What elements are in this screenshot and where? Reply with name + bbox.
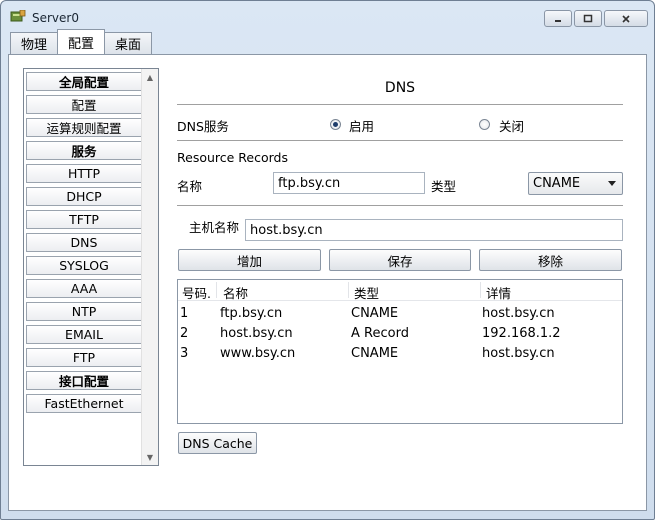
remove-button[interactable]: 移除 — [479, 249, 622, 271]
add-button[interactable]: 增加 — [178, 249, 321, 271]
cell-type: A Record — [351, 326, 409, 341]
save-button[interactable]: 保存 — [329, 249, 471, 271]
divider — [177, 104, 623, 105]
sidebar-item-dns[interactable]: DNS — [26, 233, 142, 252]
column-header-detail[interactable]: 详情 — [486, 283, 511, 302]
type-select[interactable]: CNAME — [528, 172, 623, 195]
divider — [177, 140, 623, 141]
scroll-down-icon[interactable]: ▼ — [142, 449, 158, 465]
sidebar-item-dhcp[interactable]: DHCP — [26, 187, 142, 206]
sidebar-scrollbar[interactable]: ▲ ▼ — [141, 69, 158, 465]
sidebar-item-ftp[interactable]: FTP — [26, 348, 142, 367]
sidebar-item-email[interactable]: EMAIL — [26, 325, 142, 344]
cell-detail: host.bsy.cn — [482, 306, 555, 321]
minimize-button[interactable] — [544, 10, 572, 27]
host-input[interactable]: host.bsy.cn — [245, 219, 623, 241]
config-panel: 全局配置 配置 运算规则配置 服务 HTTP DHCP TFTP DNS SYS… — [8, 54, 647, 511]
table-row[interactable]: 1 ftp.bsy.cn CNAME host.bsy.cn — [178, 304, 622, 324]
column-header-number[interactable]: 号码. — [182, 283, 211, 302]
records-table: 号码. 名称 类型 详情 1 ftp.bsy.cn CNAME host.bsy… — [177, 279, 623, 424]
cell-number: 1 — [180, 306, 189, 321]
sidebar-item-settings[interactable]: 配置 — [26, 95, 142, 114]
sidebar: 全局配置 配置 运算规则配置 服务 HTTP DHCP TFTP DNS SYS… — [23, 68, 159, 466]
cell-name: host.bsy.cn — [220, 326, 293, 341]
dns-service-label: DNS服务 — [177, 119, 229, 134]
server-app-icon — [10, 10, 26, 22]
tab-physical[interactable]: 物理 — [10, 32, 59, 54]
name-input[interactable]: ftp.bsy.cn — [273, 172, 425, 194]
cell-number: 2 — [180, 326, 189, 341]
chevron-down-icon — [608, 181, 616, 186]
close-icon — [622, 14, 630, 23]
sidebar-item-global-settings[interactable]: 全局配置 — [26, 72, 142, 91]
table-row[interactable]: 3 www.bsy.cn CNAME host.bsy.cn — [178, 344, 622, 364]
column-divider[interactable] — [216, 282, 217, 298]
sidebar-item-http[interactable]: HTTP — [26, 164, 142, 183]
type-label: 类型 — [431, 179, 457, 194]
type-select-value: CNAME — [533, 176, 581, 191]
scroll-up-icon[interactable]: ▲ — [142, 69, 158, 85]
cell-type: CNAME — [351, 306, 399, 321]
divider — [177, 205, 623, 206]
dns-off-label[interactable]: 关闭 — [499, 116, 524, 135]
sidebar-item-syslog[interactable]: SYSLOG — [26, 256, 142, 275]
column-header-type[interactable]: 类型 — [354, 283, 379, 302]
name-label: 名称 — [177, 179, 203, 194]
sidebar-item-interface-settings[interactable]: 接口配置 — [26, 371, 142, 390]
maximize-button[interactable] — [574, 10, 602, 27]
maximize-icon — [583, 14, 593, 22]
sidebar-item-services[interactable]: 服务 — [26, 141, 142, 160]
sidebar-item-ntp[interactable]: NTP — [26, 302, 142, 321]
resource-records-title: Resource Records — [177, 150, 288, 165]
column-divider[interactable] — [480, 282, 481, 298]
dns-on-label[interactable]: 启用 — [349, 116, 374, 135]
cell-detail: 192.168.1.2 — [482, 326, 561, 341]
minimize-icon — [555, 19, 561, 22]
dns-on-radio[interactable] — [330, 119, 341, 130]
cell-name: ftp.bsy.cn — [220, 306, 283, 321]
dns-off-radio[interactable] — [479, 119, 490, 130]
host-label: 主机名称 — [189, 220, 240, 235]
tab-config[interactable]: 配置 — [57, 29, 106, 54]
cell-number: 3 — [180, 346, 189, 361]
tab-desktop[interactable]: 桌面 — [104, 32, 153, 54]
sidebar-item-aaa[interactable]: AAA — [26, 279, 142, 298]
cell-detail: host.bsy.cn — [482, 346, 555, 361]
server-window: Server0 物理 配置 桌面 全局配置 配置 运算规则配置 服务 HTTP … — [0, 0, 655, 520]
sidebar-item-algorithm-settings[interactable]: 运算规则配置 — [26, 118, 142, 137]
sidebar-item-fastethernet[interactable]: FastEthernet — [26, 394, 142, 413]
window-title: Server0 — [32, 11, 79, 25]
sidebar-item-tftp[interactable]: TFTP — [26, 210, 142, 229]
dns-title: DNS — [384, 80, 416, 96]
cell-type: CNAME — [351, 346, 399, 361]
tab-bar: 物理 配置 桌面 — [10, 29, 153, 54]
column-header-name[interactable]: 名称 — [223, 283, 248, 302]
column-divider[interactable] — [348, 282, 349, 298]
table-header: 号码. 名称 类型 详情 — [178, 280, 622, 301]
dns-cache-button[interactable]: DNS Cache — [178, 432, 257, 454]
table-row[interactable]: 2 host.bsy.cn A Record 192.168.1.2 — [178, 324, 622, 344]
title-bar[interactable]: Server0 — [1, 1, 654, 31]
close-button[interactable] — [604, 10, 648, 27]
cell-name: www.bsy.cn — [220, 346, 296, 361]
